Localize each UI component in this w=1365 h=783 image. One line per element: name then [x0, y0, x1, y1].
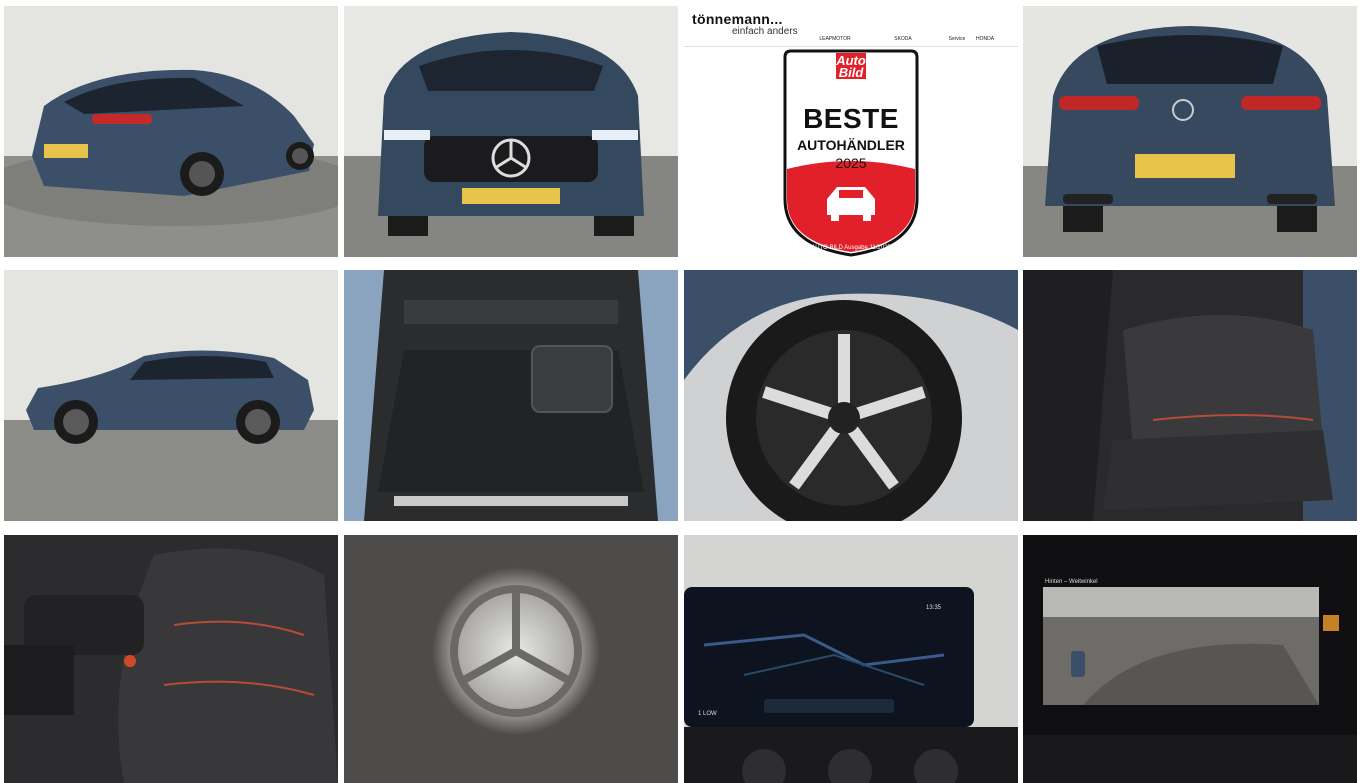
- side-profile-photo[interactable]: [4, 270, 338, 521]
- rear-view-photo[interactable]: [1023, 6, 1357, 257]
- rear-seats-photo[interactable]: [1023, 270, 1357, 521]
- front-view-image: [344, 6, 678, 257]
- honda-label: HONDA: [975, 36, 995, 42]
- skoda-label: SKODA: [894, 36, 912, 42]
- front-seat-image: [4, 535, 338, 783]
- puddle-light-logo-photo[interactable]: [344, 535, 678, 783]
- trunk-photo[interactable]: [344, 270, 678, 521]
- nav-time: 13:35: [926, 605, 942, 611]
- badge-year: 2025: [835, 155, 867, 171]
- rear-seats-image: [1023, 270, 1357, 521]
- rear-view-image: [1023, 6, 1357, 257]
- nav-range: 1 LOW: [698, 711, 717, 717]
- badge-title: BESTE: [803, 103, 899, 134]
- trunk-image: [344, 270, 678, 521]
- award-shield-icon: [783, 49, 919, 257]
- navigation-screen-image: [684, 535, 1018, 783]
- magazine-logo: Auto Bild: [836, 54, 866, 80]
- dealer-award-ad[interactable]: tönnemann... einfach anders LEAPMOTOR SK…: [684, 6, 1018, 257]
- puddle-light-image: [344, 535, 678, 783]
- camera-title: Hinten – Weitwinkel: [1045, 579, 1098, 585]
- rear-three-quarter-photo[interactable]: [4, 6, 338, 257]
- leapmotor-label: LEAPMOTOR: [819, 36, 851, 42]
- award-badge: Auto Bild BESTE AUTOHÄNDLER 2025 AUTO BI…: [781, 49, 921, 257]
- navigation-screen-photo[interactable]: 13:35 1 LOW: [684, 535, 1018, 783]
- side-profile-image: [4, 270, 338, 521]
- wheel-photo[interactable]: [684, 270, 1018, 521]
- front-seat-photo[interactable]: [4, 535, 338, 783]
- magazine-line2: Bild: [838, 65, 864, 80]
- badge-footnote: AUTO BILD Ausgabe 11/2025: [811, 245, 891, 251]
- rear-camera-screen-photo[interactable]: Hinten – Weitwinkel: [1023, 535, 1357, 783]
- dealer-name: tönnemann...: [692, 11, 783, 27]
- wheel-image: [684, 270, 1018, 521]
- rear-three-quarter-image: [4, 6, 338, 257]
- front-view-photo[interactable]: [344, 6, 678, 257]
- photo-gallery: tönnemann... einfach anders LEAPMOTOR SK…: [0, 0, 1365, 783]
- dealer-header: tönnemann... einfach anders LEAPMOTOR SK…: [684, 6, 1018, 47]
- badge-subtitle: AUTOHÄNDLER: [797, 137, 905, 153]
- dealer-slogan: einfach anders: [732, 26, 798, 37]
- rear-camera-screen-image: [1023, 535, 1357, 783]
